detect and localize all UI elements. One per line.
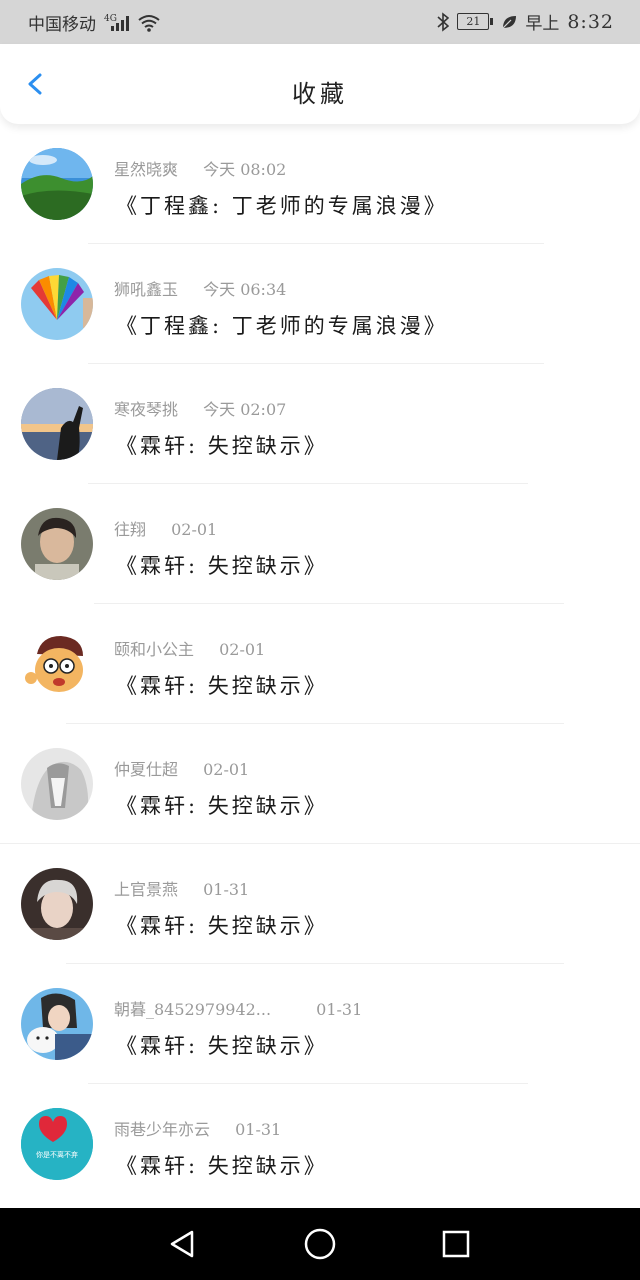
item-title[interactable]: 《霖轩: 失控缺示》 <box>116 790 328 820</box>
item-time: 今天 06:34 <box>203 280 287 299</box>
nav-recents-button[interactable] <box>436 1224 476 1264</box>
favorite-item[interactable]: 狮吼鑫玉 今天 06:34 《丁程鑫: 丁老师的专属浪漫》 <box>0 244 640 364</box>
item-title[interactable]: 《霖轩: 失控缺示》 <box>116 1030 328 1060</box>
favorite-item[interactable]: 颐和小公主 02-01 《霖轩: 失控缺示》 <box>0 604 640 724</box>
carrier-name: 中国移动 <box>28 15 96 35</box>
item-time: 02-01 <box>219 640 266 659</box>
item-time: 今天 08:02 <box>203 160 287 179</box>
status-bar: 中国移动 4G 21 早上 8:32 <box>0 0 640 44</box>
triangle-back-icon <box>170 1230 194 1258</box>
item-user: 上官景燕 <box>114 880 179 899</box>
circle-home-icon <box>304 1228 336 1260</box>
avatar[interactable] <box>21 388 93 460</box>
avatar[interactable] <box>21 628 93 700</box>
favorite-item[interactable]: 你是不离不弃 雨巷少年亦云 01-31 《霖轩: 失控缺示》 <box>0 1084 640 1204</box>
nav-back-button[interactable] <box>164 1224 204 1264</box>
square-recents-icon <box>442 1230 470 1258</box>
item-user: 仲夏仕超 <box>114 760 179 779</box>
item-user: 狮吼鑫玉 <box>114 280 179 299</box>
status-right: 21 早上 8:32 <box>437 9 614 34</box>
item-time: 01-31 <box>203 880 250 899</box>
page-title: 收藏 <box>292 80 348 108</box>
wifi-icon <box>138 14 160 32</box>
item-time: 今天 02:07 <box>203 400 287 419</box>
item-title[interactable]: 《霖轩: 失控缺示》 <box>116 910 328 940</box>
battery-icon: 21 <box>457 13 494 30</box>
favorites-list: 星然晓爽 今天 08:02 《丁程鑫: 丁老师的专属浪漫》 狮吼鑫玉 今天 06… <box>0 124 640 1204</box>
nav-home-button[interactable] <box>300 1224 340 1264</box>
item-time: 01-31 <box>316 1000 363 1019</box>
item-user: 往翔 <box>114 520 147 539</box>
item-time: 02-01 <box>171 520 218 539</box>
favorite-item[interactable]: 星然晓爽 今天 08:02 《丁程鑫: 丁老师的专属浪漫》 <box>0 124 640 244</box>
item-meta: 上官景燕 01-31 <box>114 876 249 900</box>
battery-level: 21 <box>457 13 490 30</box>
avatar[interactable] <box>21 748 93 820</box>
avatar[interactable] <box>21 268 93 340</box>
item-title[interactable]: 《丁程鑫: 丁老师的专属浪漫》 <box>116 190 448 220</box>
app-header: 收藏 <box>0 44 640 124</box>
favorite-item[interactable]: 寒夜琴挑 今天 02:07 《霖轩: 失控缺示》 <box>0 364 640 484</box>
status-left: 中国移动 4G <box>28 10 161 35</box>
item-title[interactable]: 《霖轩: 失控缺示》 <box>116 550 328 580</box>
network-type: 4G <box>104 13 117 24</box>
avatar[interactable] <box>21 988 93 1060</box>
avatar[interactable] <box>21 148 93 220</box>
clock: 8:32 <box>567 10 614 33</box>
avatar[interactable]: 你是不离不弃 <box>21 1108 93 1180</box>
item-meta: 颐和小公主 02-01 <box>114 636 265 660</box>
favorite-item[interactable]: 仲夏仕超 02-01 《霖轩: 失控缺示》 <box>0 724 640 844</box>
leaf-icon <box>502 15 517 28</box>
item-user: 寒夜琴挑 <box>114 400 179 419</box>
item-meta: 星然晓爽 今天 08:02 <box>114 156 286 180</box>
item-user: 雨巷少年亦云 <box>114 1120 211 1139</box>
am-pm-label: 早上 <box>525 14 560 34</box>
item-meta: 朝暮_8452979942... 01-31 <box>114 996 362 1020</box>
item-title[interactable]: 《霖轩: 失控缺示》 <box>116 430 328 460</box>
avatar[interactable] <box>21 868 93 940</box>
avatar[interactable] <box>21 508 93 580</box>
item-meta: 寒夜琴挑 今天 02:07 <box>114 396 286 420</box>
item-user: 朝暮_8452979942... <box>114 1000 272 1019</box>
item-meta: 雨巷少年亦云 01-31 <box>114 1116 281 1140</box>
system-nav-bar <box>0 1208 640 1280</box>
item-user: 星然晓爽 <box>114 160 179 179</box>
avatar-caption: 你是不离不弃 <box>36 1151 78 1159</box>
item-title[interactable]: 《霖轩: 失控缺示》 <box>116 670 328 700</box>
item-meta: 狮吼鑫玉 今天 06:34 <box>114 276 286 300</box>
favorite-item[interactable]: 朝暮_8452979942... 01-31 《霖轩: 失控缺示》 <box>0 964 640 1084</box>
item-time: 01-31 <box>235 1120 282 1139</box>
item-title[interactable]: 《丁程鑫: 丁老师的专属浪漫》 <box>116 310 448 340</box>
item-meta: 仲夏仕超 02-01 <box>114 756 249 780</box>
item-title[interactable]: 《霖轩: 失控缺示》 <box>116 1150 328 1180</box>
favorite-item[interactable]: 上官景燕 01-31 《霖轩: 失控缺示》 <box>0 844 640 964</box>
item-time: 02-01 <box>203 760 250 779</box>
item-meta: 往翔 02-01 <box>114 516 217 540</box>
item-user: 颐和小公主 <box>114 640 195 659</box>
favorite-item[interactable]: 往翔 02-01 《霖轩: 失控缺示》 <box>0 484 640 604</box>
bluetooth-icon <box>437 11 450 32</box>
